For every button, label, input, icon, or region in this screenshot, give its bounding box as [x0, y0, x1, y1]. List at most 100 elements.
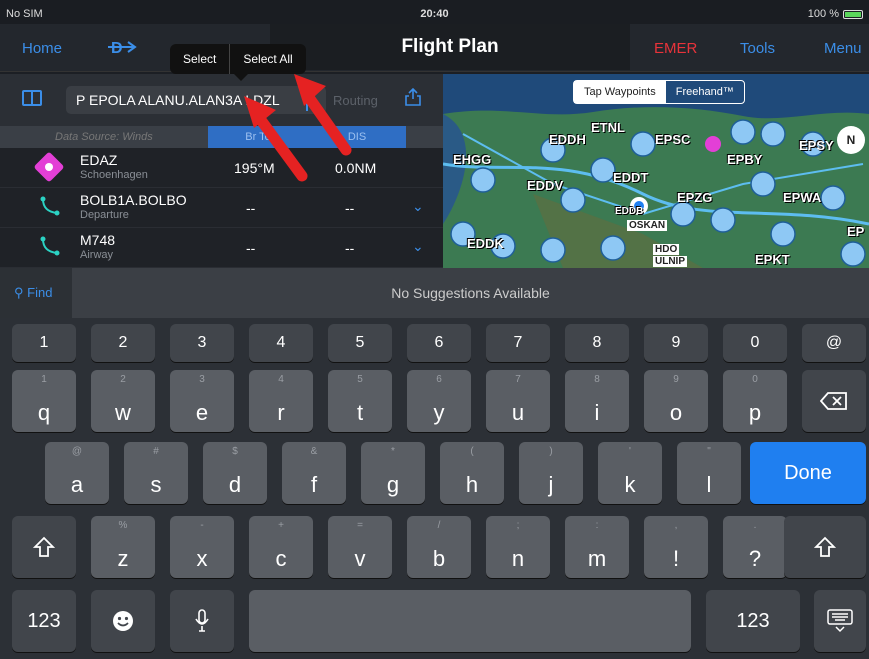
freehand-tab[interactable]: Freehand™	[666, 81, 744, 103]
key-letter-label: y	[433, 400, 445, 425]
table-row[interactable]: BOLB1A.BOLBO Departure -- -- ⌄	[0, 188, 443, 228]
map-view[interactable]: Tap Waypoints Freehand™ ETNL EDDH EPSC E…	[443, 74, 869, 268]
key-letter[interactable]: ; n	[486, 516, 550, 578]
key-number[interactable]: 9	[644, 324, 708, 362]
key-number[interactable]: 1	[12, 324, 76, 362]
keyboard: 1 2 3 4 5 6 7 8 9 0 @1 q 2 w 3 e 4 r 5 t 6 y 7 u 8 i 9 o 0 p @ a # s $ d & f *…	[0, 318, 869, 659]
key-number-label: 8	[592, 334, 602, 351]
key-letter-label: z	[117, 546, 129, 571]
split-view-icon[interactable]	[22, 90, 42, 106]
key-letter[interactable]: = v	[328, 516, 392, 578]
number-toggle-key[interactable]: 123	[12, 590, 76, 652]
number-toggle-key[interactable]: 123	[706, 590, 800, 652]
emer-button[interactable]: EMER	[654, 40, 697, 57]
tools-button[interactable]: Tools	[740, 40, 775, 57]
key-letter[interactable]: % z	[91, 516, 155, 578]
key-letter[interactable]: 5t	[328, 370, 392, 432]
data-source-label: Data Source: Winds	[55, 131, 153, 143]
key-letter[interactable]: " l	[677, 442, 741, 504]
key-letter[interactable]: :m	[565, 516, 629, 578]
key-letter-label: h	[465, 472, 479, 497]
key-number-label: 6	[434, 334, 444, 351]
space-bar[interactable]	[249, 590, 691, 652]
map-mode-toggle: Tap Waypoints Freehand™	[573, 80, 745, 104]
map-label: EHGG	[453, 152, 492, 167]
key-number[interactable]: 6	[407, 324, 471, 362]
key-number[interactable]: 3	[170, 324, 234, 362]
shift-key[interactable]	[12, 516, 76, 578]
key-number-label: 2	[118, 334, 128, 351]
key-number[interactable]: 7	[486, 324, 550, 362]
direct-to-icon[interactable]: D	[108, 38, 138, 56]
chevron-down-icon[interactable]: ⌄	[412, 198, 424, 215]
key-letter[interactable]: (h	[440, 442, 504, 504]
menu-button[interactable]: Menu	[824, 40, 862, 57]
shift-key[interactable]	[784, 516, 866, 578]
backspace-key[interactable]	[802, 370, 866, 432]
key-letter-label: w	[115, 400, 131, 425]
key-letter[interactable]: 1q	[12, 370, 76, 432]
table-row[interactable]: EDAZ Schoenhagen 195°M 0.0NM	[0, 148, 443, 188]
key-letter[interactable]: # s	[124, 442, 188, 504]
key-letter[interactable]: * g	[361, 442, 425, 504]
key-letter-hint: =	[357, 520, 363, 531]
row-distance: --	[345, 240, 355, 256]
key-number-label: 1	[39, 334, 49, 351]
find-button[interactable]: ⚲ Find	[0, 268, 72, 318]
key-number[interactable]: 2	[91, 324, 155, 362]
key-number[interactable]: 0	[723, 324, 787, 362]
compass-icon[interactable]: N	[837, 126, 865, 154]
battery-icon	[843, 10, 863, 19]
table-row[interactable]: M748 Airway -- -- ⌄	[0, 228, 443, 268]
key-letter[interactable]: @ a	[45, 442, 109, 504]
page-title: Flight Plan	[270, 24, 630, 70]
key-letter-hint: :	[595, 520, 599, 531]
key-letter[interactable]: 2w	[91, 370, 155, 432]
key-letter-hint: 6	[436, 374, 442, 385]
dictation-key[interactable]	[170, 590, 234, 652]
key-letter-hint: 0	[752, 374, 758, 385]
emoji-key[interactable]	[91, 590, 155, 652]
key-letter[interactable]: 9o	[644, 370, 708, 432]
key-letter[interactable]: 3e	[170, 370, 234, 432]
key-letter[interactable]: 6y	[407, 370, 471, 432]
map-label: ETNL	[591, 120, 625, 135]
key-number[interactable]: 8	[565, 324, 629, 362]
shift-icon	[814, 536, 836, 557]
key-number-label: @	[825, 334, 843, 351]
key-letter[interactable]: + c	[249, 516, 313, 578]
share-icon[interactable]	[405, 88, 421, 106]
key-letter[interactable]: / b	[407, 516, 471, 578]
key-number[interactable]: 5	[328, 324, 392, 362]
key-letter[interactable]: $ d	[203, 442, 267, 504]
chevron-down-icon[interactable]: ⌄	[412, 238, 424, 255]
keyboard-dismiss-key[interactable]	[814, 590, 866, 652]
key-letter[interactable]: ' k	[598, 442, 662, 504]
key-letter[interactable]: ,!	[644, 516, 708, 578]
key-letter[interactable]: 4r	[249, 370, 313, 432]
key-letter-hint: @	[71, 446, 83, 457]
done-button[interactable]: Done	[750, 442, 866, 504]
key-number[interactable]: @	[802, 324, 866, 362]
key-letter-hint: %	[118, 520, 128, 531]
key-letter-hint: 5	[357, 374, 363, 385]
key-letter[interactable]: ) j	[519, 442, 583, 504]
map-label: EPBY	[727, 152, 763, 167]
map-label: OSKAN	[627, 220, 668, 231]
key-number-label: 5	[355, 334, 365, 351]
edit-menu-pointer	[233, 73, 249, 81]
key-letter-hint: ,	[674, 520, 678, 531]
map-label: EDDT	[613, 170, 649, 185]
key-number[interactable]: 4	[249, 324, 313, 362]
key-letter[interactable]: 0p	[723, 370, 787, 432]
select-button[interactable]: Select	[170, 44, 231, 74]
key-letter[interactable]: & f	[282, 442, 346, 504]
home-button[interactable]: Home	[22, 40, 62, 57]
row-bearing: --	[246, 200, 256, 216]
key-letter[interactable]: 7u	[486, 370, 550, 432]
key-letter[interactable]: .?	[723, 516, 787, 578]
table-header: Data Source: Winds Br To DIS	[0, 126, 443, 148]
key-letter[interactable]: -x	[170, 516, 234, 578]
key-letter[interactable]: 8i	[565, 370, 629, 432]
tap-waypoints-tab[interactable]: Tap Waypoints	[574, 81, 666, 103]
